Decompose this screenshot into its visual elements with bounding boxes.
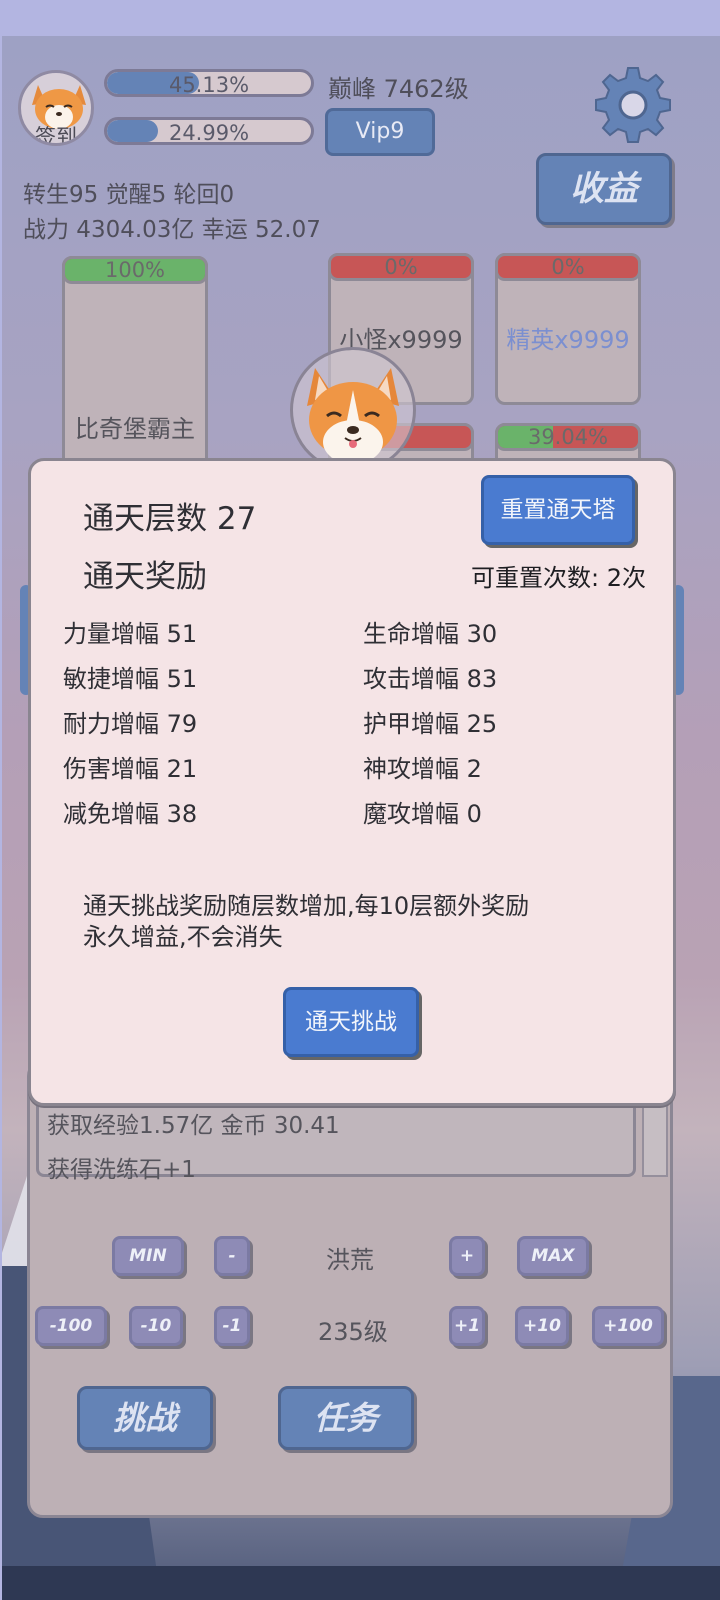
- exp-progress-text: 45.13%: [168, 73, 250, 97]
- min-button[interactable]: MIN: [112, 1236, 184, 1276]
- minus-10-button[interactable]: -10: [129, 1306, 183, 1346]
- income-button[interactable]: 收益: [536, 153, 672, 225]
- stat-divine-attack: 神攻增幅 2: [363, 755, 482, 783]
- corgi-pet-icon: [307, 368, 399, 464]
- log-line-1: 获取经验1.57亿 金币 30.41: [47, 1113, 340, 1139]
- plus-100-button[interactable]: +100: [592, 1306, 664, 1346]
- stat-magic-attack: 魔攻增幅 0: [363, 800, 482, 828]
- power-luck-stats: 战力 4304.03亿 幸运 52.07: [23, 217, 321, 243]
- stat-agility: 敏捷增幅 51: [63, 665, 198, 693]
- exp-progress-bar: 45.13%: [104, 69, 314, 97]
- tower-challenge-button[interactable]: 通天挑战: [283, 987, 419, 1057]
- stat-damage: 伤害增幅 21: [63, 755, 198, 783]
- vip-button[interactable]: Vip9: [325, 108, 435, 156]
- elite-hp-text: 0%: [551, 255, 585, 279]
- stat-stamina: 耐力增幅 79: [63, 710, 198, 738]
- peak-level: 巅峰 7462级: [328, 75, 469, 103]
- stat-strength: 力量增幅 51: [63, 620, 198, 648]
- elite-hp-bar: 0%: [495, 253, 641, 281]
- enemy-5-hp-bar: 39.04%: [495, 423, 641, 451]
- challenge-button[interactable]: 挑战: [77, 1386, 213, 1450]
- reset-tower-button[interactable]: 重置通天塔: [481, 475, 635, 545]
- stat-reduction: 减免增幅 38: [63, 800, 198, 828]
- secondary-progress-bar: 24.99%: [104, 117, 314, 145]
- minus-100-button[interactable]: -100: [35, 1306, 107, 1346]
- checkin-label: 签到: [35, 125, 77, 146]
- task-button[interactable]: 任务: [278, 1386, 414, 1450]
- tower-desc-line-1: 通天挑战奖励随层数增加,每10层额外奖励: [83, 892, 530, 920]
- boss-hp-bar: 100%: [62, 256, 208, 284]
- max-button[interactable]: MAX: [517, 1236, 589, 1276]
- plus-1-button[interactable]: +1: [449, 1306, 485, 1346]
- tower-desc-line-2: 永久增益,不会消失: [83, 923, 283, 951]
- reset-count: 可重置次数: 2次: [471, 564, 646, 592]
- elite-card[interactable]: 0% 精英x9999: [495, 253, 641, 405]
- tower-floor: 通天层数 27: [83, 501, 257, 537]
- elite-name: 精英x9999: [506, 326, 630, 354]
- realm-name: 洪荒: [326, 1246, 374, 1274]
- minion-hp-text: 0%: [384, 255, 418, 279]
- realm-plus-button[interactable]: +: [449, 1236, 485, 1276]
- minus-1-button[interactable]: -1: [214, 1306, 250, 1346]
- status-strip: [0, 0, 720, 36]
- log-line-2: 获得洗练石+1: [47, 1157, 196, 1183]
- stage-level: 235级: [318, 1318, 388, 1346]
- boss-name: 比奇堡霸主: [75, 415, 195, 443]
- plus-10-button[interactable]: +10: [515, 1306, 569, 1346]
- tower-reward-title: 通天奖励: [83, 559, 207, 595]
- checkin-avatar[interactable]: 签到: [18, 70, 94, 146]
- minion-hp-bar: 0%: [328, 253, 474, 281]
- boss-hp-text: 100%: [104, 258, 166, 282]
- pet-avatar[interactable]: [290, 347, 416, 473]
- realm-minus-button[interactable]: -: [214, 1236, 250, 1276]
- tower-dialog: 通天层数 27 通天奖励 重置通天塔 可重置次数: 2次 力量增幅 51 生命增…: [28, 458, 676, 1106]
- enemy-5-hp-text: 39.04%: [527, 425, 609, 449]
- stat-armor: 护甲增幅 25: [363, 710, 498, 738]
- secondary-progress-text: 24.99%: [168, 121, 250, 145]
- rebirth-stats: 转生95 觉醒5 轮回0: [23, 182, 235, 208]
- gear-icon[interactable]: [592, 64, 674, 146]
- stat-life: 生命增幅 30: [363, 620, 498, 648]
- boss-card[interactable]: 100% 比奇堡霸主: [62, 256, 208, 476]
- stat-attack: 攻击增幅 83: [363, 665, 498, 693]
- ground-band: [2, 1566, 720, 1600]
